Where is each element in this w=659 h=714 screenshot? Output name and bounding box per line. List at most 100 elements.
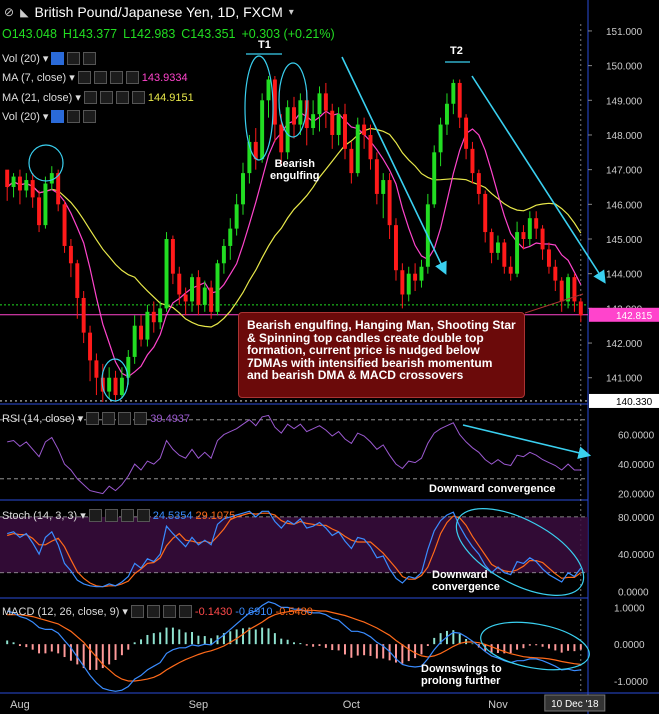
candle-body (190, 277, 194, 302)
lock-icon[interactable] (120, 509, 134, 522)
open-value: O143.048 (2, 27, 57, 41)
settings-icon[interactable] (146, 605, 160, 618)
settings-icon[interactable] (67, 52, 81, 65)
candle-body (68, 245, 73, 264)
symbol-title[interactable]: British Pound/Japanese Yen, 1D, FXCM (35, 4, 283, 20)
pattern-circle (28, 144, 64, 182)
lock-icon[interactable] (162, 605, 176, 618)
candle-body (336, 114, 341, 135)
eye-icon[interactable] (51, 110, 65, 123)
candle-body (126, 356, 131, 378)
close-icon[interactable] (125, 71, 139, 84)
lock-icon[interactable] (115, 91, 129, 104)
macd-note-line-2: prolong further (421, 675, 501, 687)
candle-body (419, 266, 424, 281)
chevron-down-icon[interactable]: ▾ (289, 7, 294, 18)
eye-icon[interactable] (88, 509, 102, 522)
month-label: Aug (10, 699, 30, 711)
legend-stoch[interactable]: Stoch (14, 3, 3) ▾ 24.5354 29.1075 (2, 509, 235, 522)
candle-body (151, 311, 156, 323)
candle-body (572, 277, 577, 302)
chevron-down-icon[interactable]: ▾ (122, 605, 128, 618)
chevron-down-icon[interactable]: ▾ (80, 509, 86, 522)
rsi-tick-label: 20.0000 (618, 490, 655, 501)
macd-note-line-1: Downswings to (421, 663, 502, 675)
candle-body (457, 82, 462, 118)
stoch-note: Downward convergence (432, 569, 500, 593)
candle-body (387, 180, 392, 226)
settings-icon[interactable] (104, 509, 118, 522)
eye-icon[interactable] (83, 91, 97, 104)
chevron-down-icon[interactable]: ▾ (69, 71, 75, 84)
candle-body (221, 245, 226, 264)
low-price-label: 140.330 (616, 397, 653, 408)
chevron-down-icon[interactable]: ▾ (43, 52, 49, 65)
candle-body (119, 377, 124, 396)
bearish-engulfing-line-2: engulfing (270, 170, 320, 182)
candle-body (521, 232, 526, 240)
candle-body (374, 159, 379, 194)
settings-icon[interactable] (93, 71, 107, 84)
stoch-d-value: 29.1075 (195, 509, 236, 522)
settings-icon[interactable] (102, 412, 116, 425)
month-label: Sep (189, 699, 209, 711)
candle-body (158, 308, 163, 323)
candle-body (196, 277, 201, 305)
lock-icon[interactable] (109, 71, 123, 84)
eye-icon[interactable] (51, 52, 65, 65)
candle-body (546, 249, 551, 267)
ma7-label: MA (7, close) (2, 71, 67, 84)
eye-icon[interactable] (86, 412, 100, 425)
eye-icon[interactable] (130, 605, 144, 618)
candle-body (215, 263, 220, 312)
close-icon[interactable] (83, 52, 97, 65)
legend-vol-1[interactable]: Vol (20) ▾ (2, 52, 97, 65)
close-icon[interactable] (83, 110, 97, 123)
candle-body (317, 93, 322, 115)
chevron-down-icon[interactable]: ▾ (78, 412, 84, 425)
price-tick-label: 146.000 (606, 200, 643, 211)
cursor-date-label: 10 Dec '18 (551, 699, 599, 710)
macd-note: Downswings to prolong further (421, 663, 502, 687)
stoch-band (0, 516, 588, 573)
candle-body (394, 225, 398, 271)
candle-body (298, 100, 303, 125)
close-icon[interactable] (178, 605, 192, 618)
bearish-engulfing-label: Bearish engulfing (270, 158, 320, 182)
lock-icon[interactable] (118, 412, 132, 425)
candle-body (43, 183, 48, 226)
candle-body (476, 173, 481, 194)
collapse-icon[interactable]: ◣ (20, 6, 28, 19)
analysis-callout: Bearish engulfing, Hanging Man, Shooting… (238, 312, 525, 398)
t1-label: T1 (258, 39, 271, 51)
low-value: L142.983 (123, 27, 176, 41)
settings-icon[interactable] (99, 91, 113, 104)
eye-icon[interactable] (77, 71, 91, 84)
macd-line-value: -0.6910 (235, 605, 273, 618)
close-icon[interactable] (136, 509, 150, 522)
chevron-down-icon[interactable]: ▾ (43, 110, 49, 123)
candle-body (177, 273, 182, 295)
candle-body (132, 325, 137, 357)
candle-body (292, 107, 296, 125)
candle-body (355, 124, 360, 174)
legend-vol-2[interactable]: Vol (20) ▾ (2, 110, 97, 123)
candle-body (483, 193, 488, 233)
chevron-down-icon[interactable]: ▾ (75, 91, 81, 104)
legend-macd[interactable]: MACD (12, 26, close, 9) ▾ -0.1430 -0.6910… (2, 605, 313, 618)
rsi-note: Downward convergence (429, 483, 556, 495)
candle-body (495, 242, 500, 253)
settings-icon[interactable] (67, 110, 81, 123)
candle-body (279, 124, 284, 153)
candle-body (451, 82, 456, 104)
legend-ma21[interactable]: MA (21, close) ▾ 144.9151 (2, 91, 194, 104)
legend-rsi[interactable]: RSI (14, close) ▾ 39.4937 (2, 412, 190, 425)
legend-ma7[interactable]: MA (7, close) ▾ 143.9334 (2, 71, 188, 84)
close-icon[interactable] (131, 91, 145, 104)
rsi-value: 39.4937 (150, 412, 191, 425)
candle-body (578, 301, 583, 316)
candle-body (94, 360, 99, 378)
chart-menu-icon[interactable]: ⊘ (4, 5, 14, 19)
close-icon[interactable] (134, 412, 148, 425)
candle-body (30, 180, 35, 198)
